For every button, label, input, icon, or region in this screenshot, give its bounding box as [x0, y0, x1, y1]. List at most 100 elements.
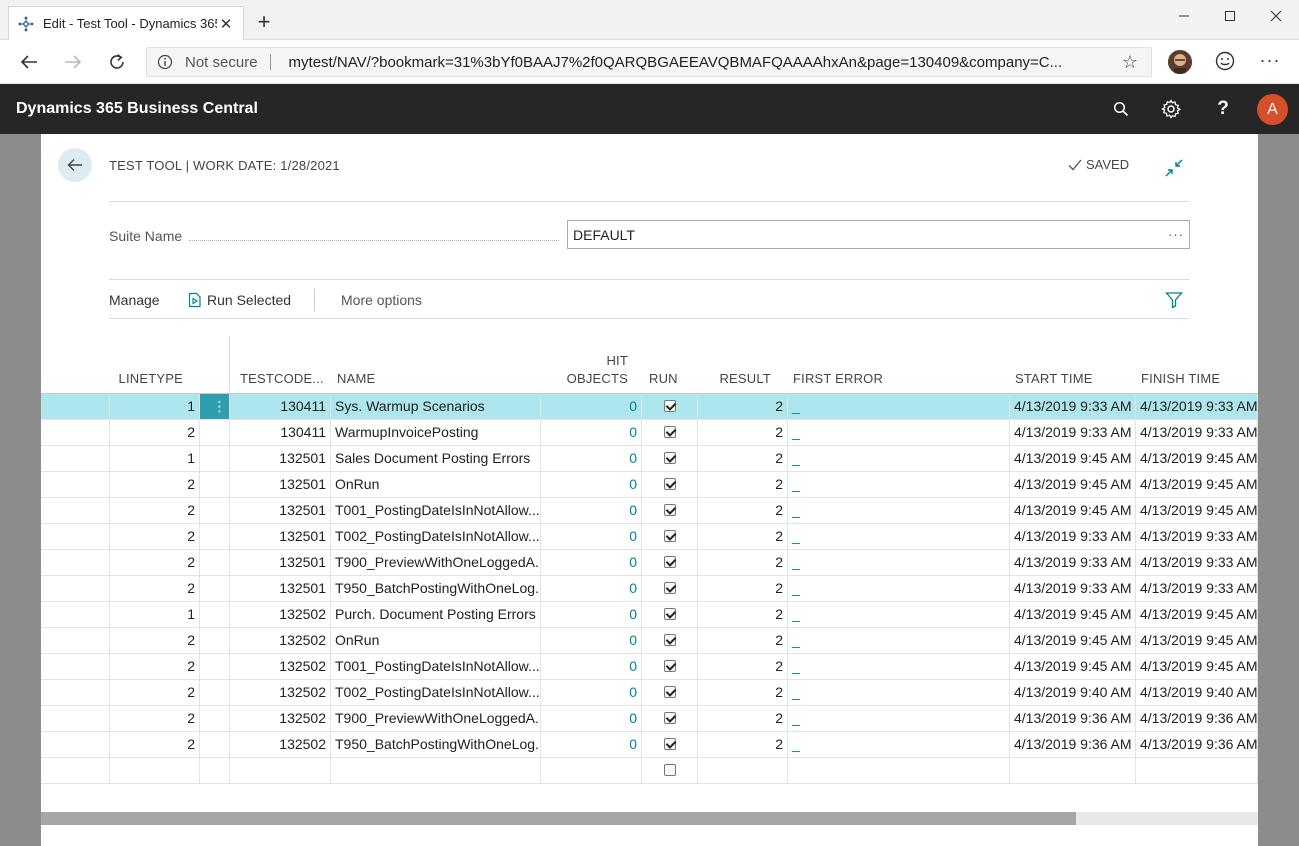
row-indicator-cell[interactable]	[41, 498, 110, 523]
table-row[interactable]: 2 132502 T900_PreviewWithOneLoggedA... 0 2 _ 4…	[41, 706, 1258, 732]
new-tab-button[interactable]: +	[252, 10, 276, 34]
hit-objects-cell[interactable]: 0	[541, 446, 642, 471]
run-checkbox[interactable]	[664, 504, 676, 516]
run-cell[interactable]	[642, 706, 698, 731]
table-row[interactable]: 2 130411 WarmupInvoicePosting 0 2 _ 4/13/2019 …	[41, 420, 1258, 446]
header-run[interactable]: RUN	[649, 370, 689, 388]
run-cell[interactable]	[642, 420, 698, 445]
info-icon[interactable]	[157, 54, 175, 70]
row-actions-cell[interactable]	[200, 680, 230, 705]
row-indicator-cell[interactable]	[41, 732, 110, 757]
hit-objects-cell[interactable]: 0	[541, 420, 642, 445]
table-row[interactable]: 2 132501 T001_PostingDateIsInNotAllow... 0 2…	[41, 498, 1258, 524]
header-hit-objects[interactable]: HIT OBJECTS	[546, 352, 628, 388]
browser-tab[interactable]: Edit - Test Tool - Dynamics 365 B ✕	[8, 6, 244, 40]
back-arrow-icon[interactable]	[14, 48, 44, 76]
profile-avatar[interactable]	[1168, 50, 1192, 74]
browser-menu-icon[interactable]: ···	[1258, 50, 1282, 74]
suite-name-value[interactable]: DEFAULT	[573, 227, 1168, 243]
run-checkbox[interactable]	[664, 712, 676, 724]
run-selected-action[interactable]: Run Selected	[188, 292, 291, 308]
first-error-cell[interactable]: _	[788, 576, 1010, 601]
horizontal-scrollbar[interactable]	[41, 812, 1258, 825]
header-finish-time[interactable]: FINISH TIME	[1141, 370, 1251, 388]
run-cell[interactable]	[642, 446, 698, 471]
row-actions-cell[interactable]	[200, 706, 230, 731]
table-row[interactable]: 2 132502 T002_PostingDateIsInNotAllow... 0 2…	[41, 680, 1258, 706]
header-result[interactable]: RESULT	[701, 370, 771, 388]
header-start-time[interactable]: START TIME	[1015, 370, 1125, 388]
first-error-cell[interactable]	[788, 758, 1010, 783]
run-checkbox[interactable]	[664, 556, 676, 568]
table-row[interactable]: 1 132502 Purch. Document Posting Errors 0 2 _…	[41, 602, 1258, 628]
row-actions-cell[interactable]	[200, 576, 230, 601]
url-text[interactable]: mytest/NAV/?bookmark=31%3bYf0BAAJ7%2f0QA…	[289, 54, 1119, 71]
hit-objects-cell[interactable]: 0	[541, 732, 642, 757]
first-error-cell[interactable]: _	[788, 550, 1010, 575]
row-indicator-cell[interactable]	[41, 550, 110, 575]
table-row[interactable]: 1 ⋮ 130411 Sys. Warmup Scenarios 0 2 _ 4/13/201…	[41, 394, 1258, 420]
hit-objects-cell[interactable]: 0	[541, 550, 642, 575]
row-actions-cell[interactable]	[200, 420, 230, 445]
window-close-button[interactable]	[1253, 0, 1299, 32]
row-actions-cell[interactable]	[200, 524, 230, 549]
filter-icon[interactable]	[1165, 291, 1183, 309]
hit-objects-cell[interactable]: 0	[541, 498, 642, 523]
row-actions-cell[interactable]	[200, 654, 230, 679]
row-actions-cell[interactable]	[200, 550, 230, 575]
table-row[interactable]: 2 132501 OnRun 0 2 _ 4/13/2019 9:45 AM 4/13/201…	[41, 472, 1258, 498]
run-checkbox[interactable]	[664, 764, 676, 776]
run-cell[interactable]	[642, 628, 698, 653]
row-actions-cell[interactable]: ⋮	[200, 394, 230, 419]
table-row[interactable]: 2 132502 OnRun 0 2 _ 4/13/2019 9:45 AM 4/13/201…	[41, 628, 1258, 654]
run-cell[interactable]	[642, 524, 698, 549]
manage-action[interactable]: Manage	[109, 292, 160, 308]
row-actions-cell[interactable]	[200, 498, 230, 523]
table-row[interactable]	[41, 758, 1258, 784]
row-indicator-cell[interactable]	[41, 628, 110, 653]
row-indicator-cell[interactable]	[41, 602, 110, 627]
run-checkbox[interactable]	[664, 452, 676, 464]
first-error-cell[interactable]: _	[788, 602, 1010, 627]
first-error-cell[interactable]: _	[788, 732, 1010, 757]
more-options-action[interactable]: More options	[341, 292, 422, 308]
first-error-cell[interactable]: _	[788, 706, 1010, 731]
run-checkbox[interactable]	[664, 634, 676, 646]
run-checkbox[interactable]	[664, 738, 676, 750]
header-name[interactable]: NAME	[337, 370, 437, 388]
first-error-cell[interactable]: _	[788, 498, 1010, 523]
minimize-button[interactable]	[1161, 0, 1207, 32]
row-indicator-cell[interactable]	[41, 394, 110, 419]
hit-objects-cell[interactable]: 0	[541, 524, 642, 549]
run-cell[interactable]	[642, 394, 698, 419]
first-error-cell[interactable]: _	[788, 394, 1010, 419]
hit-objects-cell[interactable]: 0	[541, 576, 642, 601]
run-cell[interactable]	[642, 732, 698, 757]
favorite-star-icon[interactable]: ☆	[1119, 52, 1141, 73]
table-row[interactable]: 2 132501 T950_BatchPostingWithOneLog... 0 2 _…	[41, 576, 1258, 602]
header-linetype[interactable]: LINETYPE	[109, 370, 183, 388]
refresh-icon[interactable]	[102, 48, 132, 76]
table-row[interactable]: 2 132501 T002_PostingDateIsInNotAllow... 0 2…	[41, 524, 1258, 550]
first-error-cell[interactable]: _	[788, 472, 1010, 497]
row-indicator-cell[interactable]	[41, 706, 110, 731]
url-field[interactable]: Not secure mytest/NAV/?bookmark=31%3bYf0…	[146, 47, 1152, 77]
first-error-cell[interactable]: _	[788, 680, 1010, 705]
row-indicator-cell[interactable]	[41, 420, 110, 445]
run-checkbox[interactable]	[664, 660, 676, 672]
hit-objects-cell[interactable]: 0	[541, 706, 642, 731]
row-menu-icon[interactable]: ⋮	[213, 399, 227, 413]
row-indicator-cell[interactable]	[41, 758, 110, 783]
hit-objects-cell[interactable]: 0	[541, 628, 642, 653]
header-testcode[interactable]: TESTCODE...	[240, 370, 330, 388]
row-indicator-cell[interactable]	[41, 472, 110, 497]
scrollbar-thumb[interactable]	[41, 812, 1076, 825]
first-error-cell[interactable]: _	[788, 654, 1010, 679]
security-status[interactable]: Not secure	[185, 54, 258, 71]
lookup-ellipsis-button[interactable]: ···	[1168, 227, 1184, 242]
user-avatar[interactable]: A	[1257, 94, 1288, 125]
row-indicator-cell[interactable]	[41, 446, 110, 471]
table-row[interactable]: 2 132502 T001_PostingDateIsInNotAllow... 0 2…	[41, 654, 1258, 680]
run-cell[interactable]	[642, 550, 698, 575]
hit-objects-cell[interactable]: 0	[541, 394, 642, 419]
